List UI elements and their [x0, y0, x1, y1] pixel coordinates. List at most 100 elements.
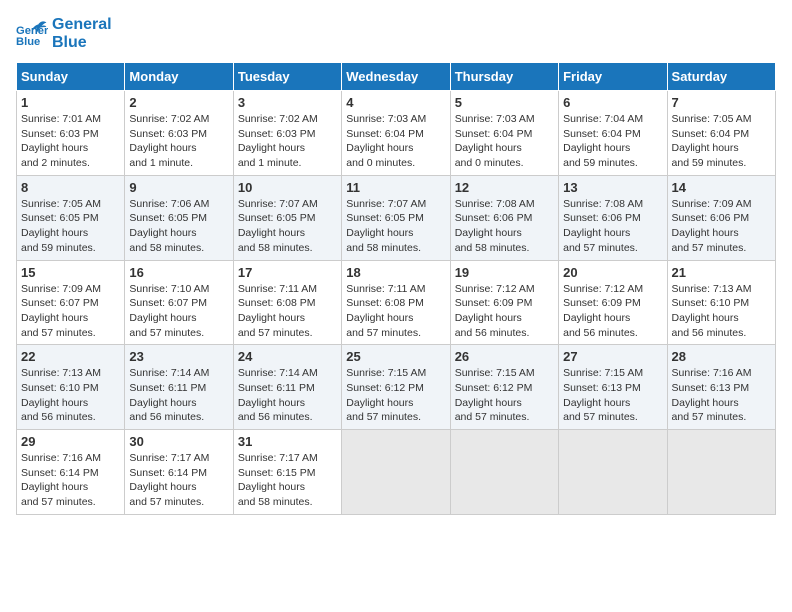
calendar-cell: 18 Sunrise: 7:11 AMSunset: 6:08 PMDayligh…: [342, 260, 450, 345]
day-info: Sunrise: 7:05 AMSunset: 6:04 PMDaylight …: [672, 112, 771, 171]
calendar-cell: 8 Sunrise: 7:05 AMSunset: 6:05 PMDaylight…: [17, 175, 125, 260]
day-info: Sunrise: 7:13 AMSunset: 6:10 PMDaylight …: [21, 366, 120, 425]
calendar-cell: 27 Sunrise: 7:15 AMSunset: 6:13 PMDayligh…: [559, 345, 667, 430]
logo: General Blue General Blue: [16, 16, 112, 52]
weekday-header-friday: Friday: [559, 63, 667, 91]
weekday-header-sunday: Sunday: [17, 63, 125, 91]
day-number: 27: [563, 349, 662, 364]
day-info: Sunrise: 7:08 AMSunset: 6:06 PMDaylight …: [455, 197, 554, 256]
calendar-cell: 28 Sunrise: 7:16 AMSunset: 6:13 PMDayligh…: [667, 345, 775, 430]
calendar-header-row: SundayMondayTuesdayWednesdayThursdayFrid…: [17, 63, 776, 91]
calendar-cell: [450, 430, 558, 515]
day-info: Sunrise: 7:06 AMSunset: 6:05 PMDaylight …: [129, 197, 228, 256]
day-info: Sunrise: 7:07 AMSunset: 6:05 PMDaylight …: [238, 197, 337, 256]
day-number: 10: [238, 180, 337, 195]
calendar-cell: 19 Sunrise: 7:12 AMSunset: 6:09 PMDayligh…: [450, 260, 558, 345]
day-number: 5: [455, 95, 554, 110]
day-info: Sunrise: 7:01 AMSunset: 6:03 PMDaylight …: [21, 112, 120, 171]
day-number: 24: [238, 349, 337, 364]
calendar-week-3: 15 Sunrise: 7:09 AMSunset: 6:07 PMDayligh…: [17, 260, 776, 345]
logo-blue: Blue: [52, 34, 112, 52]
day-info: Sunrise: 7:07 AMSunset: 6:05 PMDaylight …: [346, 197, 445, 256]
day-number: 19: [455, 265, 554, 280]
day-info: Sunrise: 7:12 AMSunset: 6:09 PMDaylight …: [563, 282, 662, 341]
day-info: Sunrise: 7:02 AMSunset: 6:03 PMDaylight …: [238, 112, 337, 171]
day-number: 4: [346, 95, 445, 110]
calendar-cell: 3Sunrise: 7:02 AMSunset: 6:03 PMDaylight…: [233, 91, 341, 176]
day-number: 1: [21, 95, 120, 110]
page-header: General Blue General Blue: [16, 16, 776, 52]
calendar-cell: 25 Sunrise: 7:15 AMSunset: 6:12 PMDayligh…: [342, 345, 450, 430]
calendar-cell: 4 Sunrise: 7:03 AMSunset: 6:04 PMDaylight…: [342, 91, 450, 176]
weekday-header-saturday: Saturday: [667, 63, 775, 91]
calendar-cell: 11 Sunrise: 7:07 AMSunset: 6:05 PMDayligh…: [342, 175, 450, 260]
day-info: Sunrise: 7:16 AMSunset: 6:13 PMDaylight …: [672, 366, 771, 425]
day-number: 25: [346, 349, 445, 364]
calendar-cell: 9 Sunrise: 7:06 AMSunset: 6:05 PMDaylight…: [125, 175, 233, 260]
day-info: Sunrise: 7:08 AMSunset: 6:06 PMDaylight …: [563, 197, 662, 256]
day-info: Sunrise: 7:17 AMSunset: 6:14 PMDaylight …: [129, 451, 228, 510]
calendar-cell: 6 Sunrise: 7:04 AMSunset: 6:04 PMDaylight…: [559, 91, 667, 176]
calendar-cell: 20 Sunrise: 7:12 AMSunset: 6:09 PMDayligh…: [559, 260, 667, 345]
day-number: 8: [21, 180, 120, 195]
day-number: 9: [129, 180, 228, 195]
day-info: Sunrise: 7:11 AMSunset: 6:08 PMDaylight …: [346, 282, 445, 341]
day-info: Sunrise: 7:14 AMSunset: 6:11 PMDaylight …: [129, 366, 228, 425]
svg-text:Blue: Blue: [16, 36, 40, 48]
day-number: 12: [455, 180, 554, 195]
day-info: Sunrise: 7:15 AMSunset: 6:12 PMDaylight …: [455, 366, 554, 425]
day-number: 28: [672, 349, 771, 364]
calendar-cell: 7 Sunrise: 7:05 AMSunset: 6:04 PMDaylight…: [667, 91, 775, 176]
day-number: 31: [238, 434, 337, 449]
calendar-cell: 10 Sunrise: 7:07 AMSunset: 6:05 PMDayligh…: [233, 175, 341, 260]
day-info: Sunrise: 7:09 AMSunset: 6:06 PMDaylight …: [672, 197, 771, 256]
day-number: 2: [129, 95, 228, 110]
calendar-cell: 15 Sunrise: 7:09 AMSunset: 6:07 PMDayligh…: [17, 260, 125, 345]
day-number: 7: [672, 95, 771, 110]
calendar-cell: 1 Sunrise: 7:01 AMSunset: 6:03 PMDaylight…: [17, 91, 125, 176]
calendar-cell: 2 Sunrise: 7:02 AMSunset: 6:03 PMDaylight…: [125, 91, 233, 176]
calendar-cell: 12 Sunrise: 7:08 AMSunset: 6:06 PMDayligh…: [450, 175, 558, 260]
calendar-cell: 17Sunrise: 7:11 AMSunset: 6:08 PMDayligh…: [233, 260, 341, 345]
day-number: 22: [21, 349, 120, 364]
calendar-cell: [342, 430, 450, 515]
calendar-cell: 23 Sunrise: 7:14 AMSunset: 6:11 PMDayligh…: [125, 345, 233, 430]
day-info: Sunrise: 7:15 AMSunset: 6:12 PMDaylight …: [346, 366, 445, 425]
day-number: 14: [672, 180, 771, 195]
day-info: Sunrise: 7:15 AMSunset: 6:13 PMDaylight …: [563, 366, 662, 425]
weekday-header-tuesday: Tuesday: [233, 63, 341, 91]
logo-icon: General Blue: [16, 18, 48, 50]
day-number: 6: [563, 95, 662, 110]
day-number: 29: [21, 434, 120, 449]
calendar-cell: 21 Sunrise: 7:13 AMSunset: 6:10 PMDayligh…: [667, 260, 775, 345]
day-info: Sunrise: 7:17 AMSunset: 6:15 PMDaylight …: [238, 451, 337, 510]
day-info: Sunrise: 7:13 AMSunset: 6:10 PMDaylight …: [672, 282, 771, 341]
day-number: 15: [21, 265, 120, 280]
day-info: Sunrise: 7:02 AMSunset: 6:03 PMDaylight …: [129, 112, 228, 171]
day-info: Sunrise: 7:03 AMSunset: 6:04 PMDaylight …: [455, 112, 554, 171]
day-info: Sunrise: 7:09 AMSunset: 6:07 PMDaylight …: [21, 282, 120, 341]
day-number: 21: [672, 265, 771, 280]
day-info: Sunrise: 7:12 AMSunset: 6:09 PMDaylight …: [455, 282, 554, 341]
calendar-cell: 16Sunrise: 7:10 AMSunset: 6:07 PMDayligh…: [125, 260, 233, 345]
day-info: Sunrise: 7:05 AMSunset: 6:05 PMDaylight …: [21, 197, 120, 256]
calendar-cell: 14 Sunrise: 7:09 AMSunset: 6:06 PMDayligh…: [667, 175, 775, 260]
calendar-cell: 29Sunrise: 7:16 AMSunset: 6:14 PMDayligh…: [17, 430, 125, 515]
calendar-cell: 22 Sunrise: 7:13 AMSunset: 6:10 PMDayligh…: [17, 345, 125, 430]
day-number: 18: [346, 265, 445, 280]
day-info: Sunrise: 7:04 AMSunset: 6:04 PMDaylight …: [563, 112, 662, 171]
logo-name: General: [52, 16, 112, 34]
day-info: Sunrise: 7:03 AMSunset: 6:04 PMDaylight …: [346, 112, 445, 171]
day-number: 17: [238, 265, 337, 280]
day-number: 23: [129, 349, 228, 364]
calendar-cell: 13 Sunrise: 7:08 AMSunset: 6:06 PMDayligh…: [559, 175, 667, 260]
day-number: 11: [346, 180, 445, 195]
weekday-header-thursday: Thursday: [450, 63, 558, 91]
calendar-cell: 26Sunrise: 7:15 AMSunset: 6:12 PMDayligh…: [450, 345, 558, 430]
day-number: 20: [563, 265, 662, 280]
day-number: 30: [129, 434, 228, 449]
day-info: Sunrise: 7:14 AMSunset: 6:11 PMDaylight …: [238, 366, 337, 425]
calendar-cell: 30 Sunrise: 7:17 AMSunset: 6:14 PMDayligh…: [125, 430, 233, 515]
day-number: 13: [563, 180, 662, 195]
calendar-cell: [559, 430, 667, 515]
